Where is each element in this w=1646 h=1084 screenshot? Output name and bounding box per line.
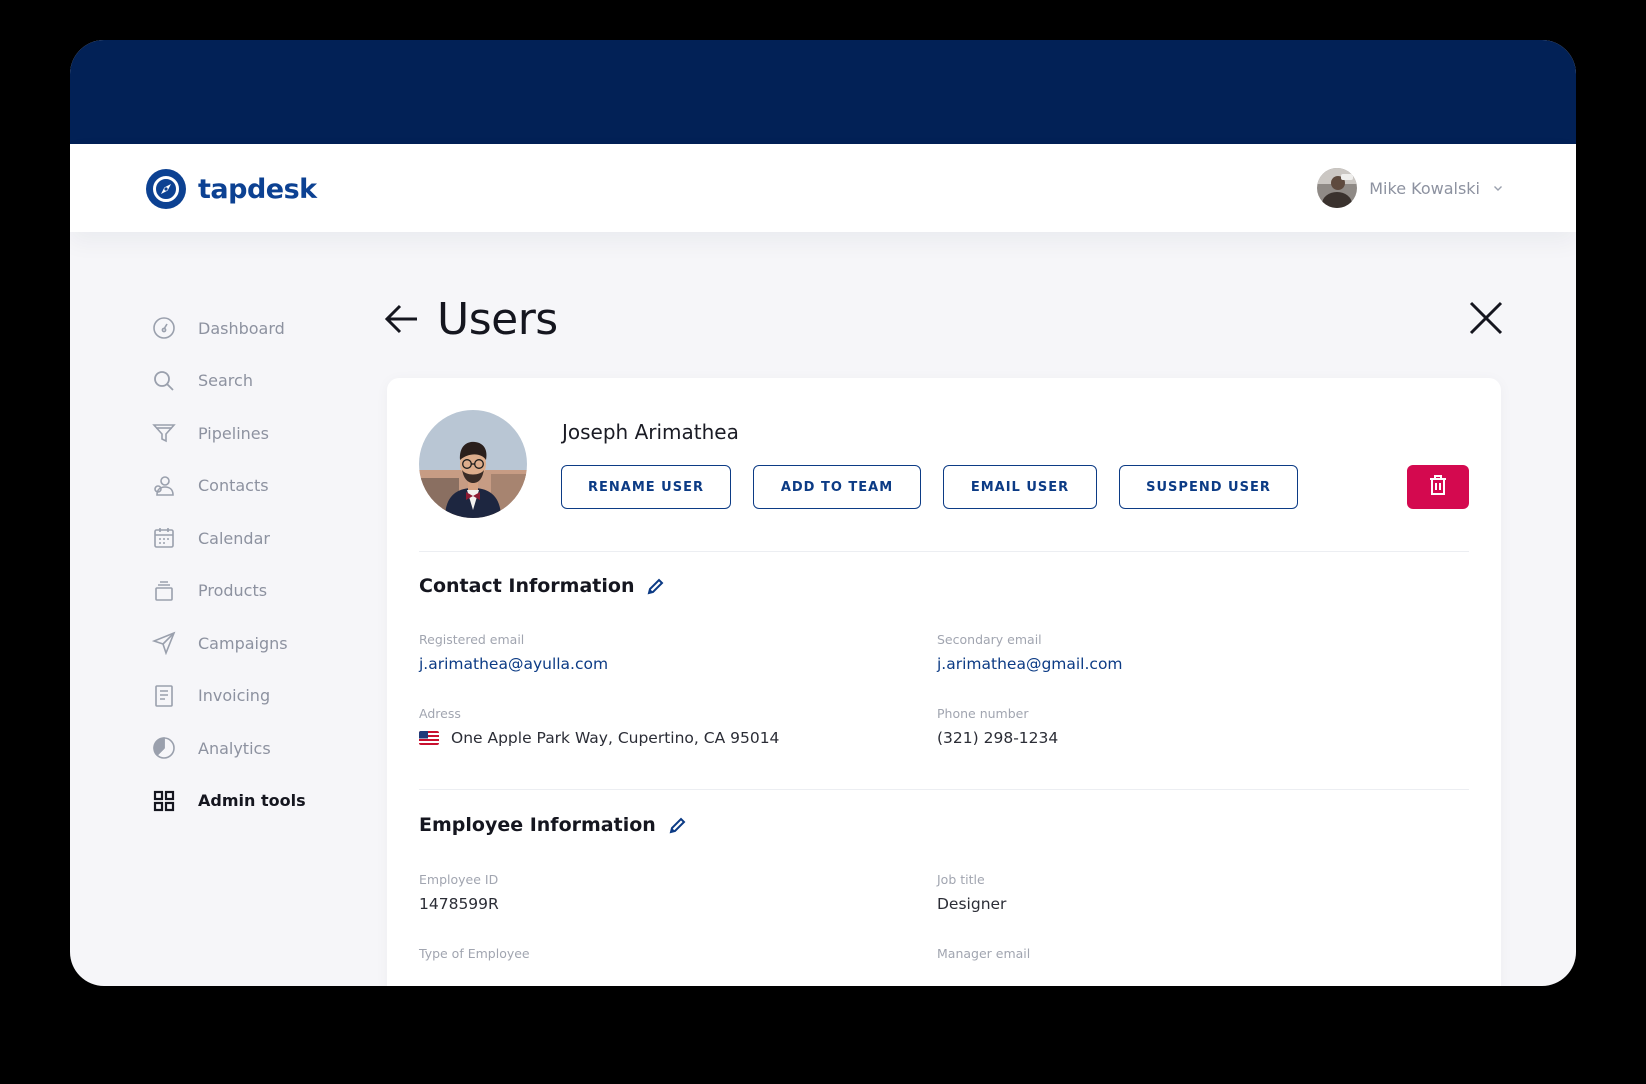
invoice-icon [152, 684, 176, 708]
address-value-row: One Apple Park Way, Cupertino, CA 95014 [419, 729, 779, 747]
chevron-down-icon [1492, 179, 1504, 198]
sidebar-item-label: Pipelines [198, 423, 269, 443]
field-label: Secondary email [937, 632, 1042, 647]
job-title-value: Designer [937, 895, 1007, 913]
products-icon [152, 579, 176, 603]
paper-plane-icon [152, 631, 176, 656]
user-avatar [1317, 168, 1358, 208]
contact-section-header: Contact Information [419, 575, 666, 597]
sidebar-item-contacts[interactable]: Contacts [152, 460, 352, 513]
app-window: tapdesk Mike Kowalski Dashboard Search P… [70, 40, 1576, 986]
divider [419, 789, 1469, 790]
section-title: Contact Information [419, 575, 635, 597]
sidebar-item-label: Contacts [198, 476, 269, 496]
calendar-icon [152, 526, 176, 550]
sidebar-item-label: Invoicing [198, 686, 271, 706]
close-icon[interactable] [1468, 300, 1504, 336]
page-title: Users [437, 294, 558, 345]
phone-value: (321) 298-1234 [937, 729, 1059, 747]
divider [419, 551, 1469, 552]
sidebar-item-label: Analytics [198, 738, 271, 758]
sidebar-item-invoicing[interactable]: Invoicing [152, 670, 352, 723]
sidebar-item-label: Calendar [198, 528, 270, 548]
user-detail-card: Joseph Arimathea RENAME USER ADD TO TEAM… [387, 378, 1501, 986]
user-menu[interactable]: Mike Kowalski [1317, 168, 1504, 208]
pie-chart-icon [152, 736, 176, 760]
field-label: Job title [937, 872, 985, 887]
suspend-user-button[interactable]: SUSPEND USER [1119, 465, 1298, 509]
grid-icon [152, 789, 176, 813]
logo-text: tapdesk [198, 173, 317, 205]
address-field: Adress One Apple Park Way, Cupertino, CA… [419, 706, 779, 747]
user-name: Mike Kowalski [1369, 178, 1480, 198]
registered-email-field: Registered email j.arimathea@ayulla.com [419, 632, 608, 673]
address-text: One Apple Park Way, Cupertino, CA 95014 [451, 729, 780, 747]
field-label: Employee ID [419, 872, 499, 887]
sidebar-item-label: Search [198, 371, 253, 391]
profile-avatar [419, 410, 527, 518]
job-title-field: Job title Designer [937, 872, 1006, 913]
sidebar-item-label: Campaigns [198, 633, 288, 653]
user-actions: RENAME USER ADD TO TEAM EMAIL USER SUSPE… [561, 465, 1298, 509]
sidebar-item-label: Dashboard [198, 318, 285, 338]
top-banner [70, 40, 1576, 144]
logo[interactable]: tapdesk [146, 169, 317, 209]
section-title: Employee Information [419, 814, 656, 836]
sidebar-item-calendar[interactable]: Calendar [152, 512, 352, 565]
sidebar-item-products[interactable]: Products [152, 565, 352, 618]
employee-section-header: Employee Information [419, 814, 688, 836]
email-user-button[interactable]: EMAIL USER [943, 465, 1097, 509]
compass-logo-icon [146, 169, 186, 209]
user-full-name: Joseph Arimathea [562, 420, 739, 444]
employee-id-value: 1478599R [419, 895, 499, 913]
sidebar-item-pipelines[interactable]: Pipelines [152, 407, 352, 460]
trash-icon [1427, 474, 1449, 500]
rename-user-button[interactable]: RENAME USER [561, 465, 731, 509]
field-label: Registered email [419, 632, 525, 647]
funnel-icon [152, 421, 176, 445]
sidebar-item-search[interactable]: Search [152, 355, 352, 408]
app-header: tapdesk Mike Kowalski [70, 144, 1576, 232]
contacts-icon [152, 474, 176, 498]
back-arrow-icon[interactable] [383, 300, 421, 338]
sidebar-nav: Dashboard Search Pipelines Contacts Cale… [152, 302, 352, 827]
employee-id-field: Employee ID 1478599R [419, 872, 499, 913]
sidebar-item-campaigns[interactable]: Campaigns [152, 617, 352, 670]
sidebar-item-analytics[interactable]: Analytics [152, 722, 352, 775]
registered-email-link[interactable]: j.arimathea@ayulla.com [419, 655, 608, 673]
manager-email-field: Manager email [937, 946, 1030, 969]
employee-type-field: Type of Employee [419, 946, 530, 969]
dashboard-icon [152, 316, 176, 340]
sidebar-item-dashboard[interactable]: Dashboard [152, 302, 352, 355]
delete-user-button[interactable] [1407, 465, 1469, 509]
pencil-icon[interactable] [668, 815, 688, 835]
page-header: Users [380, 290, 1576, 354]
sidebar-item-label: Admin tools [198, 791, 306, 811]
field-label: Phone number [937, 706, 1029, 721]
sidebar-item-label: Products [198, 581, 268, 601]
secondary-email-link[interactable]: j.arimathea@gmail.com [937, 655, 1123, 673]
phone-field: Phone number (321) 298-1234 [937, 706, 1058, 747]
add-to-team-button[interactable]: ADD TO TEAM [753, 465, 921, 509]
search-icon [152, 369, 176, 393]
secondary-email-field: Secondary email j.arimathea@gmail.com [937, 632, 1123, 673]
sidebar-item-admin-tools[interactable]: Admin tools [152, 775, 352, 828]
pencil-icon[interactable] [646, 576, 666, 596]
us-flag-icon [419, 731, 439, 745]
field-label: Manager email [937, 946, 1031, 961]
field-label: Adress [419, 706, 461, 721]
field-label: Type of Employee [419, 946, 530, 961]
